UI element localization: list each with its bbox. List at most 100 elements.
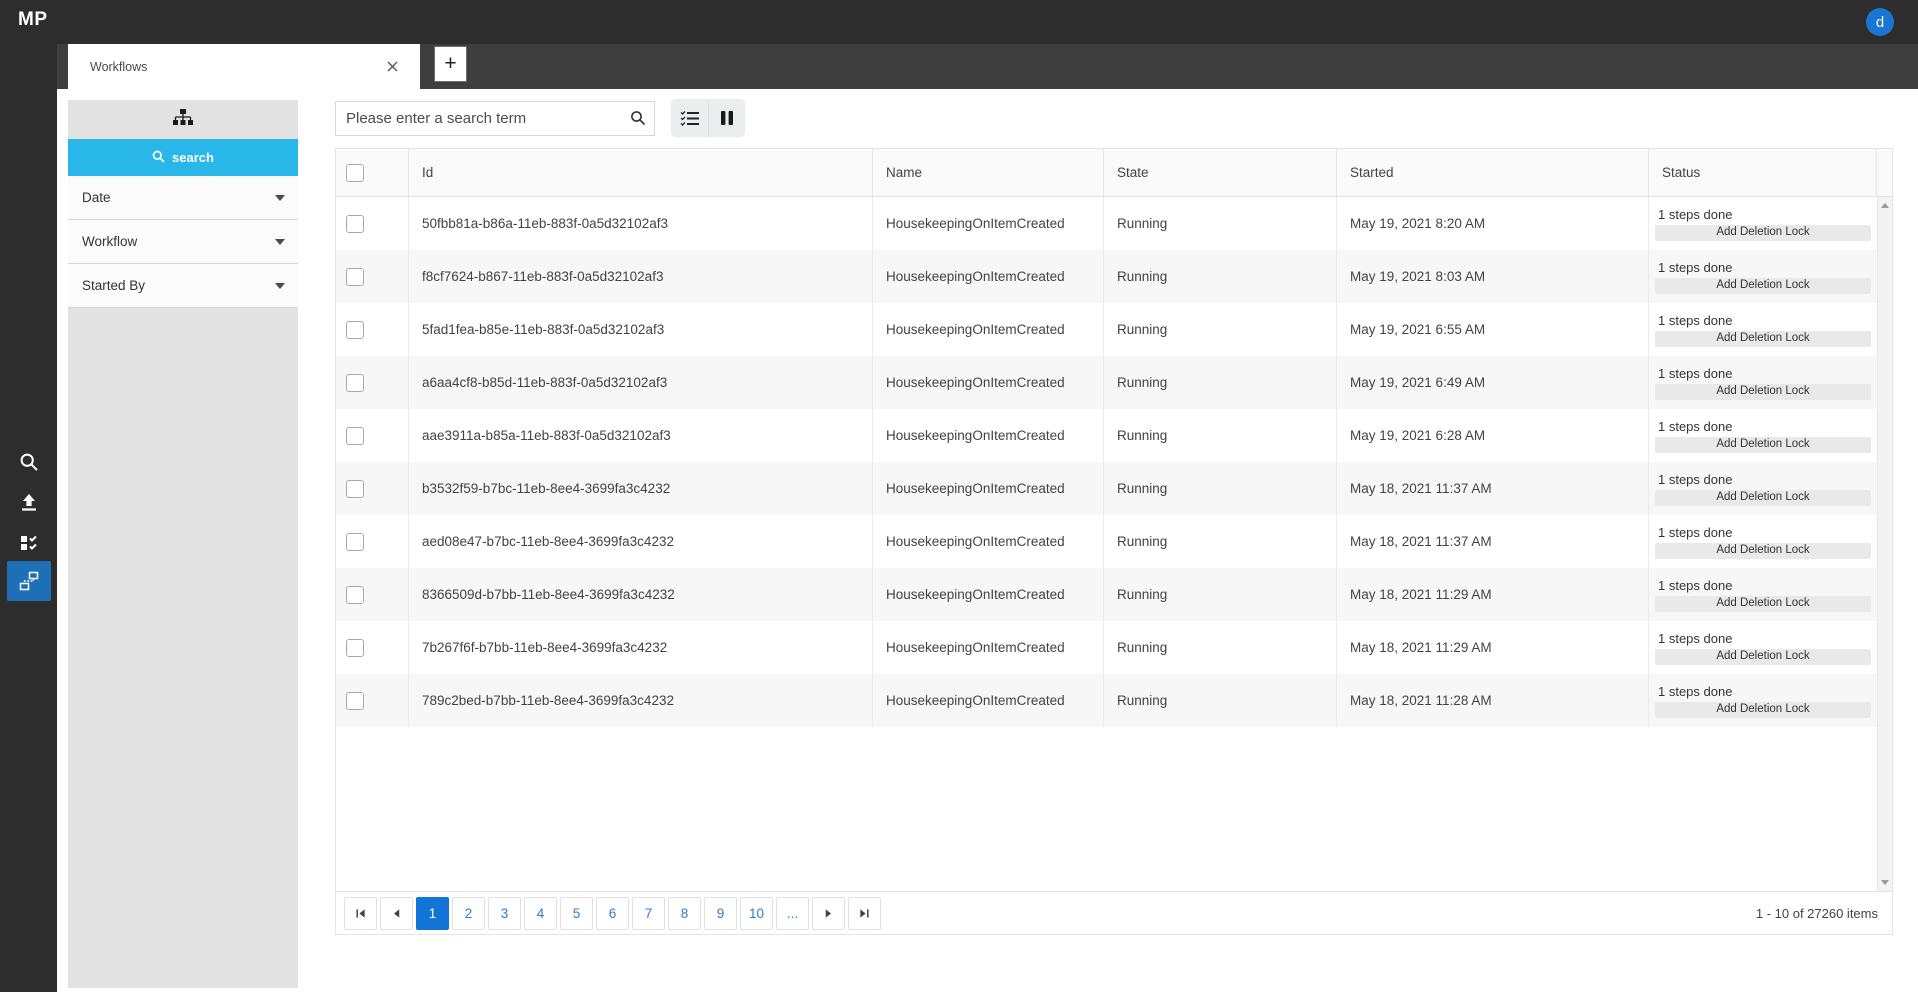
row-started: May 18, 2021 11:29 AM: [1337, 568, 1649, 621]
table-row[interactable]: aae3911a-b85a-11eb-883f-0a5d32102af3 Hou…: [336, 409, 1877, 462]
pager: 1 2 3 4 5 6 7 8 9 10 ... 1 - 10 of 27260…: [336, 891, 1892, 934]
row-started: May 18, 2021 11:37 AM: [1337, 462, 1649, 515]
add-deletion-lock-button[interactable]: Add Deletion Lock: [1655, 542, 1871, 559]
row-status-cell: 1 steps done Add Deletion Lock: [1649, 621, 1877, 674]
tasks-icon[interactable]: [0, 525, 57, 561]
row-name: HousekeepingOnItemCreated: [873, 674, 1104, 727]
row-checkbox[interactable]: [346, 691, 364, 710]
column-header-status[interactable]: Status: [1649, 149, 1877, 196]
row-checkbox-cell: [336, 409, 409, 462]
row-state: Running: [1104, 197, 1337, 250]
row-checkbox[interactable]: [346, 320, 364, 339]
tab-workflows[interactable]: Workflows: [68, 44, 420, 89]
add-deletion-lock-button[interactable]: Add Deletion Lock: [1655, 383, 1871, 400]
upload-icon[interactable]: [0, 485, 57, 521]
row-checkbox[interactable]: [346, 532, 364, 551]
row-name: HousekeepingOnItemCreated: [873, 409, 1104, 462]
workflow-icon[interactable]: [7, 561, 51, 601]
add-deletion-lock-button[interactable]: Add Deletion Lock: [1655, 489, 1871, 506]
table-row[interactable]: b3532f59-b7bc-11eb-8ee4-3699fa3c4232 Hou…: [336, 462, 1877, 515]
row-state: Running: [1104, 250, 1337, 303]
magnifier-icon[interactable]: [630, 110, 646, 131]
app-logo: MP: [18, 9, 48, 30]
vertical-scrollbar[interactable]: [1877, 197, 1892, 891]
table-row[interactable]: aed08e47-b7bc-11eb-8ee4-3699fa3c4232 Hou…: [336, 515, 1877, 568]
table-row[interactable]: 8366509d-b7bb-11eb-8ee4-3699fa3c4232 Hou…: [336, 568, 1877, 621]
filter-section-date[interactable]: Date: [68, 176, 298, 220]
select-all-checkbox[interactable]: [346, 163, 364, 182]
row-checkbox-cell: [336, 621, 409, 674]
row-name: HousekeepingOnItemCreated: [873, 250, 1104, 303]
row-checkbox[interactable]: [346, 267, 364, 286]
user-avatar[interactable]: d: [1866, 8, 1894, 36]
row-status-cell: 1 steps done Add Deletion Lock: [1649, 515, 1877, 568]
row-steps-label: 1 steps done: [1658, 471, 1733, 487]
table-row[interactable]: a6aa4cf8-b85d-11eb-883f-0a5d32102af3 Hou…: [336, 356, 1877, 409]
row-state: Running: [1104, 568, 1337, 621]
add-deletion-lock-button[interactable]: Add Deletion Lock: [1655, 330, 1871, 347]
add-deletion-lock-button[interactable]: Add Deletion Lock: [1655, 277, 1871, 294]
pager-page-button[interactable]: 4: [524, 896, 557, 930]
table-row[interactable]: f8cf7624-b867-11eb-883f-0a5d32102af3 Hou…: [336, 250, 1877, 303]
filter-section-workflow[interactable]: Workflow: [68, 220, 298, 264]
row-name: HousekeepingOnItemCreated: [873, 197, 1104, 250]
panel-search-label: search: [172, 150, 214, 165]
row-checkbox[interactable]: [346, 373, 364, 392]
header-checkbox-cell: [336, 149, 409, 196]
row-steps-label: 1 steps done: [1658, 418, 1733, 434]
row-checkbox[interactable]: [346, 479, 364, 498]
pager-page-button[interactable]: 10: [740, 896, 773, 930]
search-input[interactable]: [335, 101, 655, 136]
pager-summary: 1 - 10 of 27260 items: [1755, 905, 1878, 921]
column-header-started[interactable]: Started: [1337, 149, 1649, 196]
search-icon[interactable]: [0, 444, 57, 480]
pause-icon[interactable]: [707, 99, 746, 137]
table-row[interactable]: 50fbb81a-b86a-11eb-883f-0a5d32102af3 Hou…: [336, 197, 1877, 250]
sitemap-icon[interactable]: [173, 108, 193, 131]
grid-rows: 50fbb81a-b86a-11eb-883f-0a5d32102af3 Hou…: [336, 197, 1877, 891]
first-page-icon[interactable]: [344, 896, 377, 930]
add-deletion-lock-button[interactable]: Add Deletion Lock: [1655, 436, 1871, 453]
row-checkbox[interactable]: [346, 214, 364, 233]
workflows-grid: Id Name State Started Status 50fbb81a-b8…: [335, 148, 1893, 935]
pager-page-button[interactable]: ...: [776, 896, 809, 930]
add-deletion-lock-button[interactable]: Add Deletion Lock: [1655, 648, 1871, 665]
pager-page-button[interactable]: 2: [452, 896, 485, 930]
add-deletion-lock-button[interactable]: Add Deletion Lock: [1655, 595, 1871, 612]
panel-search-button[interactable]: search: [68, 139, 298, 176]
row-checkbox[interactable]: [346, 426, 364, 445]
row-steps-label: 1 steps done: [1658, 683, 1733, 699]
close-icon[interactable]: [384, 59, 400, 75]
pager-page-button[interactable]: 3: [488, 896, 521, 930]
filter-section-started-by[interactable]: Started By: [68, 264, 298, 308]
grid-body: 50fbb81a-b86a-11eb-883f-0a5d32102af3 Hou…: [336, 197, 1892, 891]
row-steps-label: 1 steps done: [1658, 524, 1733, 540]
side-rail: [0, 44, 57, 992]
arrow-down-icon[interactable]: [1881, 880, 1889, 885]
prev-page-icon[interactable]: [380, 896, 413, 930]
pager-page-button[interactable]: 1: [416, 896, 449, 930]
table-row[interactable]: 789c2bed-b7bb-11eb-8ee4-3699fa3c4232 Hou…: [336, 674, 1877, 727]
arrow-up-icon[interactable]: [1881, 203, 1889, 208]
column-header-name[interactable]: Name: [873, 149, 1104, 196]
add-deletion-lock-button[interactable]: Add Deletion Lock: [1655, 224, 1871, 241]
checklist-icon[interactable]: [671, 99, 708, 137]
pager-page-button[interactable]: 9: [704, 896, 737, 930]
row-id: b3532f59-b7bc-11eb-8ee4-3699fa3c4232: [409, 462, 873, 515]
pager-page-button[interactable]: 5: [560, 896, 593, 930]
new-tab-button[interactable]: +: [434, 46, 467, 82]
table-row[interactable]: 5fad1fea-b85e-11eb-883f-0a5d32102af3 Hou…: [336, 303, 1877, 356]
pager-page-button[interactable]: 7: [632, 896, 665, 930]
row-checkbox[interactable]: [346, 638, 364, 657]
row-checkbox[interactable]: [346, 585, 364, 604]
pager-page-button[interactable]: 6: [596, 896, 629, 930]
last-page-icon[interactable]: [848, 896, 881, 930]
next-page-icon[interactable]: [812, 896, 845, 930]
pager-page-button[interactable]: 8: [668, 896, 701, 930]
column-header-state[interactable]: State: [1104, 149, 1337, 196]
app-window: MP d Workflows + search Date Workflow St…: [0, 0, 1918, 992]
table-row[interactable]: 7b267f6f-b7bb-11eb-8ee4-3699fa3c4232 Hou…: [336, 621, 1877, 674]
row-id: f8cf7624-b867-11eb-883f-0a5d32102af3: [409, 250, 873, 303]
add-deletion-lock-button[interactable]: Add Deletion Lock: [1655, 701, 1871, 718]
column-header-id[interactable]: Id: [409, 149, 873, 196]
